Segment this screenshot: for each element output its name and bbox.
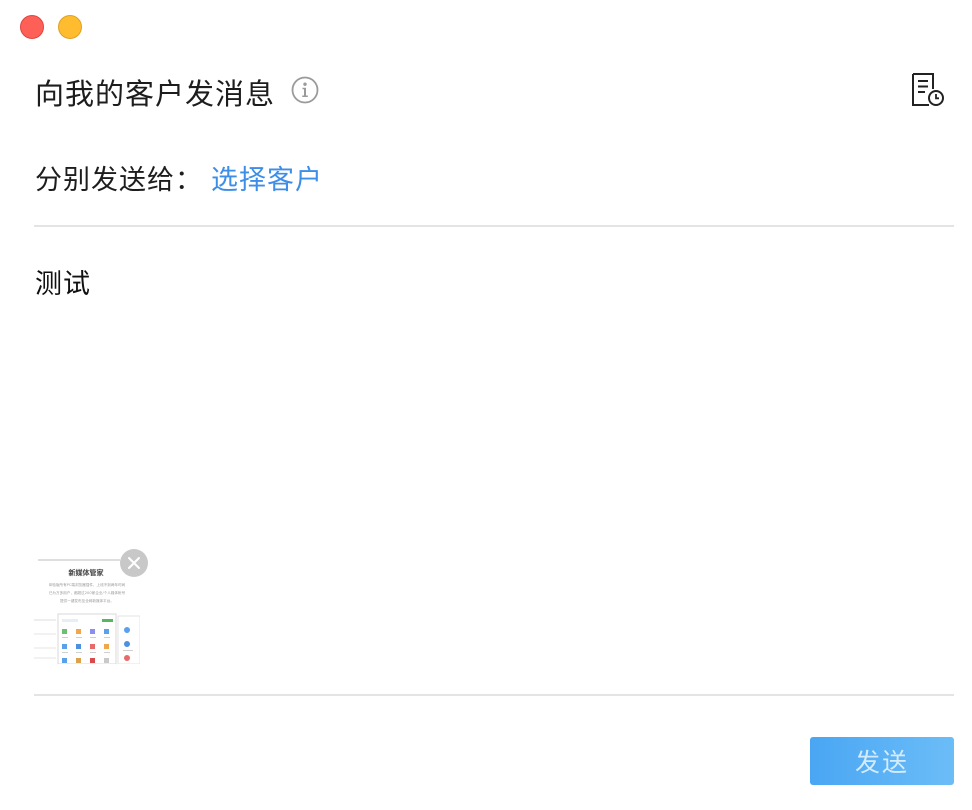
- thumbnail-title: 新媒体管家: [69, 568, 105, 577]
- select-customers-link[interactable]: 选择客户: [211, 158, 323, 197]
- info-icon[interactable]: [291, 76, 319, 104]
- divider-bottom: [34, 694, 954, 696]
- page-title: 向我的客户发消息: [35, 77, 276, 111]
- thumbnail-line-1: 体验版所有PC端浏览器插件，上线不到两年时间: [49, 582, 126, 587]
- send-button[interactable]: 发送: [810, 737, 954, 785]
- window-minimize-button[interactable]: [58, 15, 82, 39]
- close-icon: [128, 557, 140, 569]
- thumbnail-line-3: 提供一键发布至全网新媒体平台。: [60, 598, 114, 603]
- thumbnail-line-2: 已为万多用户，都超过200家企业/个人媒体帐号: [49, 590, 126, 595]
- document-clock-icon[interactable]: [910, 72, 946, 108]
- message-input[interactable]: 测试: [35, 262, 935, 301]
- message-window: 向我的客户发消息 分别发送给： 选择客户 测试 新媒体管家 体验版所有PC端浏览…: [0, 0, 972, 810]
- window-controls: [20, 15, 82, 39]
- attachment-thumbnail[interactable]: 新媒体管家 体验版所有PC端浏览器插件，上线不到两年时间 已为万多用户，都超过2…: [34, 558, 140, 664]
- attachment-preview-image: 新媒体管家 体验版所有PC端浏览器插件，上线不到两年时间 已为万多用户，都超过2…: [34, 559, 140, 664]
- recipients-label: 分别发送给：: [35, 165, 203, 196]
- window-close-button[interactable]: [20, 15, 44, 39]
- divider-top: [34, 225, 954, 227]
- remove-attachment-button[interactable]: [120, 549, 148, 577]
